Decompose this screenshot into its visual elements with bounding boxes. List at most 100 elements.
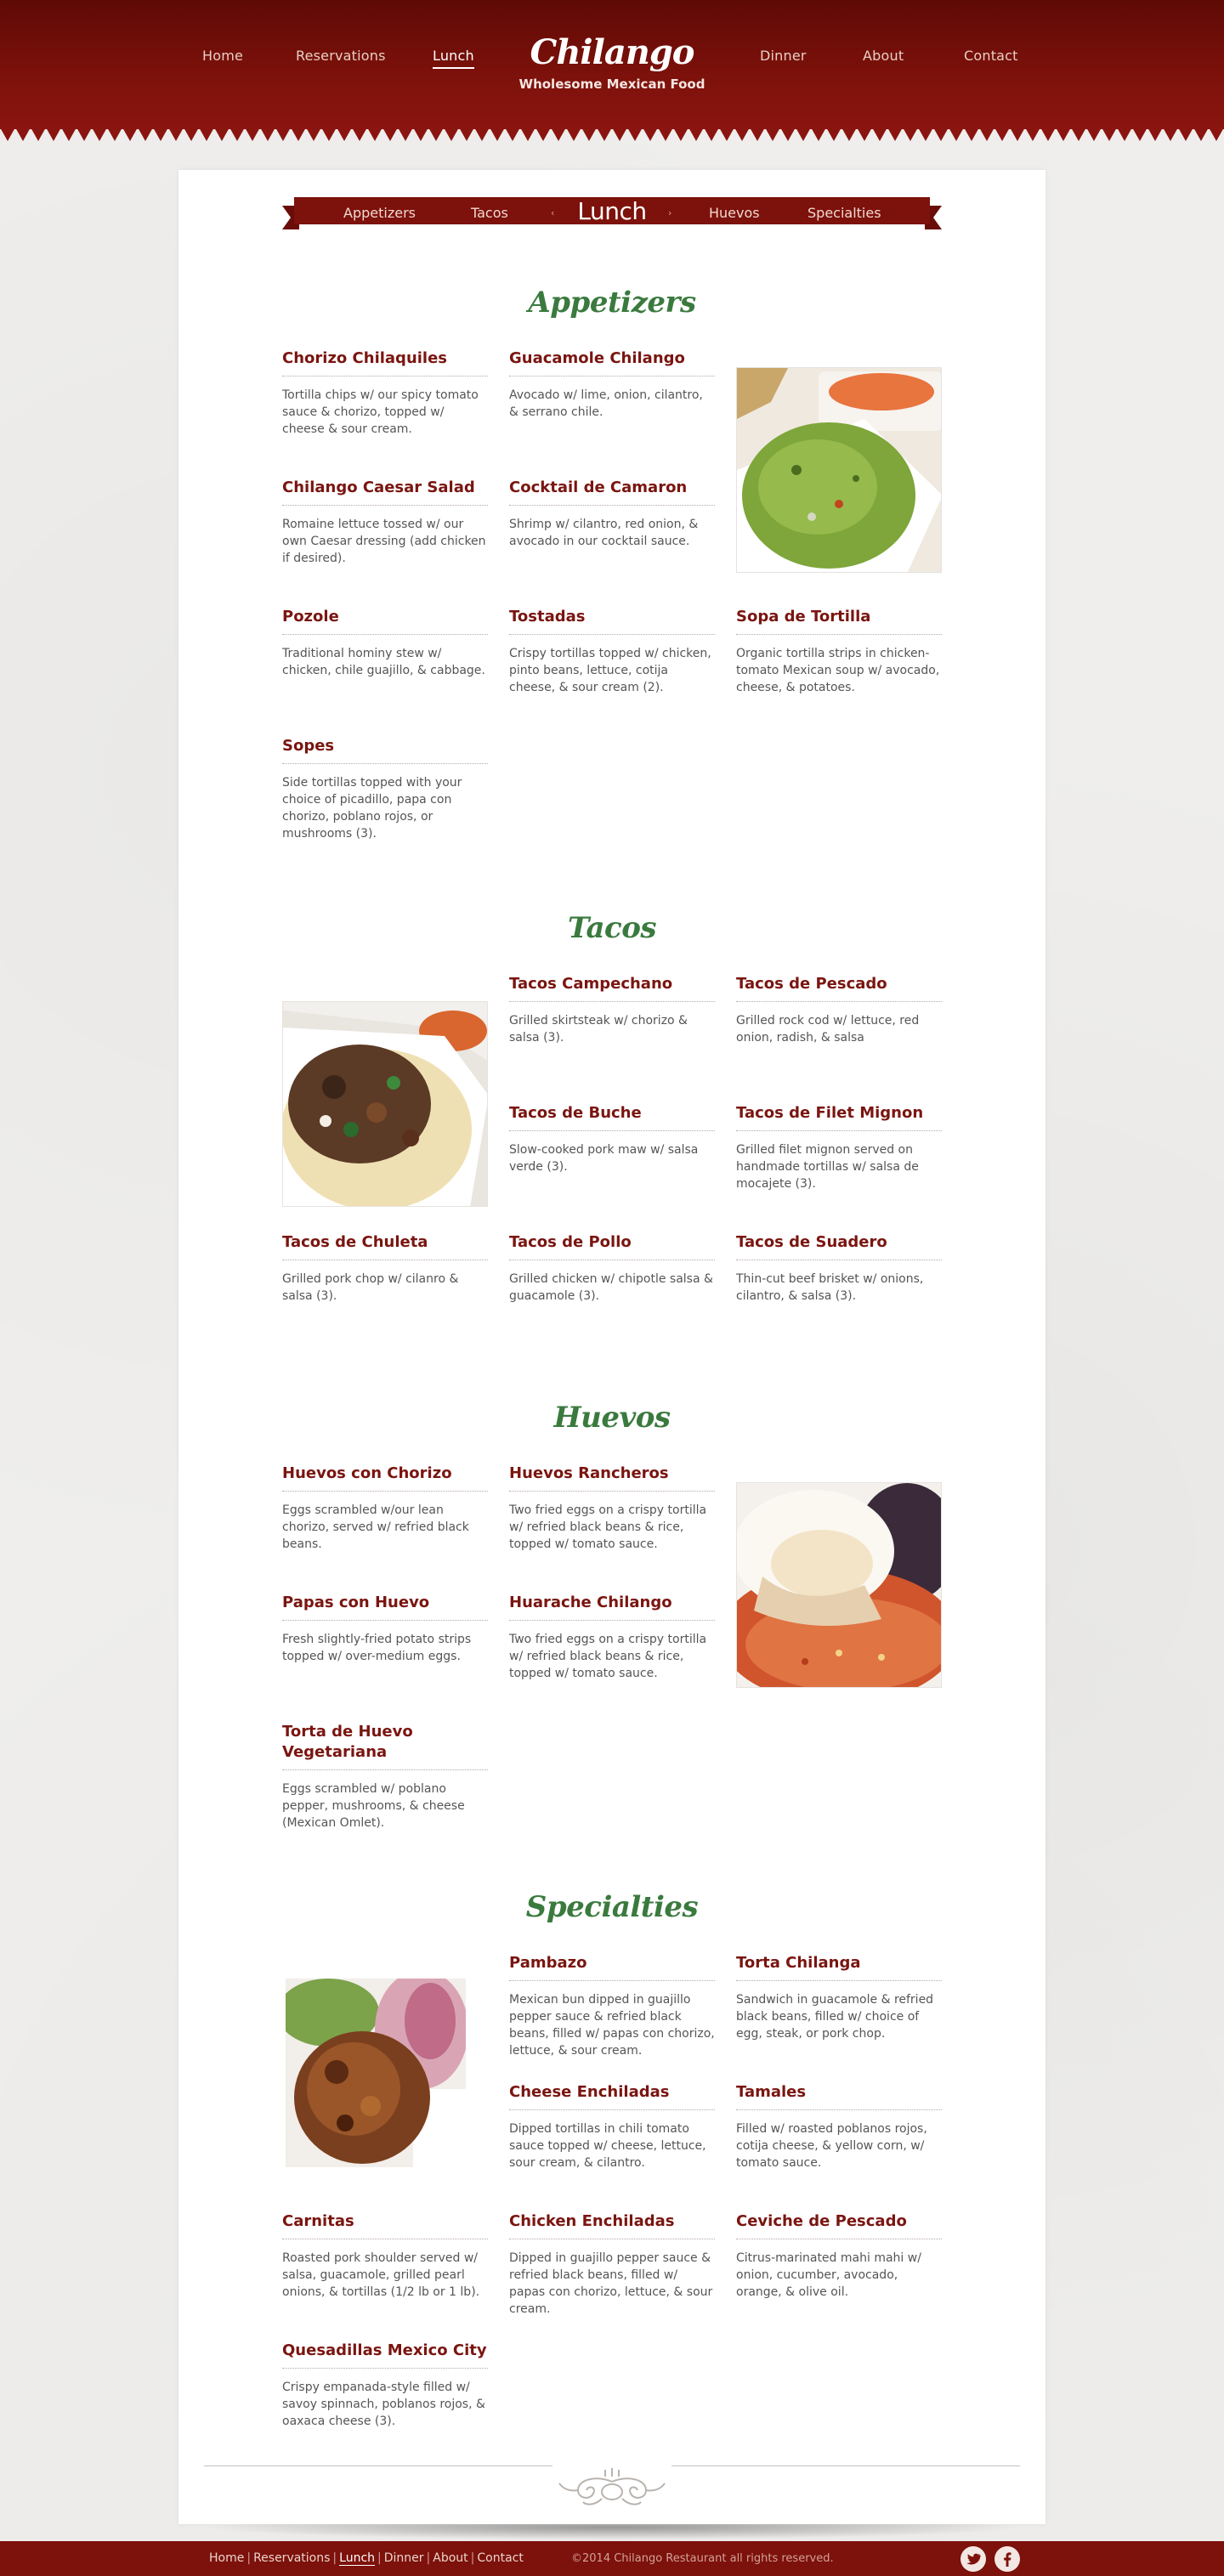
item-name: Torta de Huevo Vegetariana	[282, 1722, 488, 1770]
item-desc: Two fried eggs on a crispy tortilla w/ r…	[509, 1633, 707, 1680]
carnitas-photo	[286, 1979, 466, 2167]
footer-separator: |	[470, 2551, 475, 2565]
tacos-photo	[282, 1001, 488, 1207]
item-name: Chorizo Chilaquiles	[282, 348, 488, 376]
menu-item: Pozole Traditional hominy stew w/ chicke…	[282, 607, 488, 679]
item-desc: Filled w/ roasted poblanos rojos, cotija…	[736, 2122, 927, 2170]
nav-about[interactable]: About	[863, 48, 904, 64]
item-desc: Avocado w/ lime, onion, cilantro, & serr…	[509, 388, 703, 419]
nav-lunch[interactable]: Lunch	[433, 48, 474, 69]
item-desc: Dipped in guajillo pepper sauce & refrie…	[509, 2251, 713, 2316]
submenu-title: Lunch	[577, 197, 647, 225]
footer-separator: |	[426, 2551, 431, 2565]
site-logo[interactable]: Chilango Wholesome Mexican Food	[484, 32, 740, 92]
item-desc: Grilled pork chop w/ cilanro & salsa (3)…	[282, 1272, 459, 1303]
item-name: Huevos con Chorizo	[282, 1464, 488, 1492]
item-name: Tacos de Chuleta	[282, 1232, 488, 1260]
item-desc: Organic tortilla strips in chicken-tomat…	[736, 647, 940, 694]
menu-item: Chicken Enchiladas Dipped in guajillo pe…	[509, 2211, 715, 2318]
section-title-huevos: Huevos	[553, 1401, 671, 1435]
item-desc: Grilled skirtsteak w/ chorizo & salsa (3…	[509, 1014, 688, 1045]
item-name: Tamales	[736, 2082, 942, 2110]
item-name: Sopa de Tortilla	[736, 607, 942, 635]
item-name: Cheese Enchiladas	[509, 2082, 715, 2110]
menu-item: Torta de Huevo Vegetariana Eggs scramble…	[282, 1722, 488, 1832]
logo-title: Chilango	[530, 32, 695, 72]
section-title-specialties: Specialties	[525, 1890, 699, 1924]
footer-nav-lunch[interactable]: Lunch	[339, 2551, 376, 2566]
item-name: Pambazo	[509, 1953, 715, 1981]
item-desc: Crispy tortillas topped w/ chicken, pint…	[509, 647, 711, 694]
copyright-text: ©2014 Chilango Restaurant all rights res…	[571, 2552, 834, 2565]
footer-nav-dinner[interactable]: Dinner	[384, 2551, 424, 2565]
nav-reservations[interactable]: Reservations	[296, 48, 386, 64]
item-desc: Traditional hominy stew w/ chicken, chil…	[282, 647, 485, 677]
menu-item: Tacos de Buche Slow-cooked pork maw w/ s…	[509, 1103, 715, 1175]
item-desc: Tortilla chips w/ our spicy tomato sauce…	[282, 388, 479, 436]
twitter-icon[interactable]	[960, 2546, 986, 2572]
menu-item: Carnitas Roasted pork shoulder served w/…	[282, 2211, 488, 2301]
item-name: Pozole	[282, 607, 488, 635]
nav-contact[interactable]: Contact	[964, 48, 1018, 64]
item-desc: Dipped tortillas in chili tomato sauce t…	[509, 2122, 706, 2170]
item-desc: Crispy empanada-style filled w/ savoy sp…	[282, 2381, 485, 2428]
facebook-icon[interactable]	[994, 2546, 1020, 2572]
item-name: Sopes	[282, 736, 488, 764]
submenu-appetizers[interactable]: Appetizers	[343, 205, 416, 221]
huevos-photo	[736, 1482, 942, 1688]
item-name: Guacamole Chilango	[509, 348, 715, 376]
item-desc: Eggs scrambled w/our lean chorizo, serve…	[282, 1503, 469, 1551]
footer-nav-reservations[interactable]: Reservations	[253, 2551, 330, 2565]
submenu-tacos[interactable]: Tacos	[471, 205, 508, 221]
header-zigzag-edge	[0, 127, 1224, 141]
item-desc: Roasted pork shoulder served w/ salsa, g…	[282, 2251, 480, 2299]
submenu-huevos[interactable]: Huevos	[709, 205, 760, 221]
item-desc: Thin-cut beef brisket w/ onions, cilantr…	[736, 1272, 924, 1303]
footer-nav-home[interactable]: Home	[209, 2551, 244, 2565]
nav-dinner[interactable]: Dinner	[760, 48, 807, 64]
item-desc: Sandwich in guacamole & refried black be…	[736, 1993, 934, 2041]
item-desc: Grilled chicken w/ chipotle salsa & guac…	[509, 1272, 713, 1303]
submenu-ribbon: Appetizers Tacos ‹ Lunch › Huevos Specia…	[282, 195, 942, 236]
section-title-appetizers: Appetizers	[528, 286, 696, 320]
item-desc: Mexican bun dipped in guajillo pepper sa…	[509, 1993, 715, 2058]
menu-item: Huevos con Chorizo Eggs scrambled w/our …	[282, 1464, 488, 1553]
menu-item: Sopes Side tortillas topped with your ch…	[282, 736, 488, 842]
item-name: Chilango Caesar Salad	[282, 478, 488, 506]
menu-item: Tostadas Crispy tortillas topped w/ chic…	[509, 607, 715, 696]
item-name: Tacos Campechano	[509, 974, 715, 1002]
footer-separator: |	[246, 2551, 252, 2565]
menu-item: Ceviche de Pescado Citrus-marinated mahi…	[736, 2211, 942, 2301]
footer-separator: |	[332, 2551, 337, 2565]
menu-item: Tacos de Suadero Thin-cut beef brisket w…	[736, 1232, 942, 1305]
item-desc: Slow-cooked pork maw w/ salsa verde (3).	[509, 1143, 699, 1174]
menu-item: Torta Chilanga Sandwich in guacamole & r…	[736, 1953, 942, 2042]
logo-tagline: Wholesome Mexican Food	[518, 76, 706, 92]
menu-item: Chilango Caesar Salad Romaine lettuce to…	[282, 478, 488, 567]
menu-item: Cocktail de Camaron Shrimp w/ cilantro, …	[509, 478, 715, 550]
footer-nav-about[interactable]: About	[433, 2551, 468, 2565]
item-name: Quesadillas Mexico City	[282, 2341, 488, 2369]
menu-item: Sopa de Tortilla Organic tortilla strips…	[736, 607, 942, 696]
menu-item: Pambazo Mexican bun dipped in guajillo p…	[509, 1953, 715, 2059]
item-name: Ceviche de Pescado	[736, 2211, 942, 2239]
item-name: Tacos de Suadero	[736, 1232, 942, 1260]
menu-item: Quesadillas Mexico City Crispy empanada-…	[282, 2341, 488, 2430]
item-name: Cocktail de Camaron	[509, 478, 715, 506]
chevron-right-icon: ›	[668, 207, 672, 218]
item-name: Tacos de Pollo	[509, 1232, 715, 1260]
nav-home[interactable]: Home	[202, 48, 243, 64]
item-name: Huevos Rancheros	[509, 1464, 715, 1492]
submenu-specialties[interactable]: Specialties	[808, 205, 881, 221]
item-desc: Citrus-marinated mahi mahi w/ onion, cuc…	[736, 2251, 921, 2299]
menu-item: Cheese Enchiladas Dipped tortillas in ch…	[509, 2082, 715, 2171]
item-name: Tacos de Filet Mignon	[736, 1103, 942, 1131]
footer-nav-contact[interactable]: Contact	[477, 2551, 523, 2565]
menu-item: Chorizo Chilaquiles Tortilla chips w/ ou…	[282, 348, 488, 438]
item-name: Huarache Chilango	[509, 1593, 715, 1621]
item-name: Tostadas	[509, 607, 715, 635]
item-desc: Grilled filet mignon served on handmade …	[736, 1143, 919, 1191]
scroll-ornament-icon	[552, 2463, 672, 2505]
menu-item: Tacos de Pollo Grilled chicken w/ chipot…	[509, 1232, 715, 1305]
menu-item: Papas con Huevo Fresh slightly-fried pot…	[282, 1593, 488, 1665]
